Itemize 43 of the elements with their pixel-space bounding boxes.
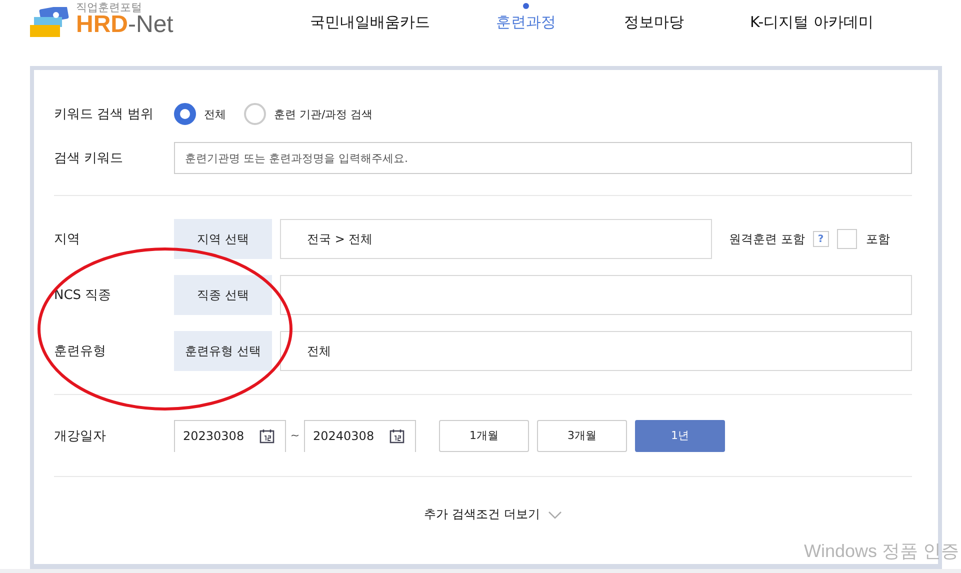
active-dot xyxy=(523,2,529,8)
logo-wordmark[interactable]: HRD-Net xyxy=(76,12,174,36)
type-field[interactable]: 전체 xyxy=(280,331,912,371)
remote-label: 원격훈련 포함 xyxy=(729,230,805,248)
type-select-button[interactable]: 훈련유형 선택 xyxy=(174,331,272,371)
checkbox[interactable] xyxy=(836,229,857,249)
logo-tagline: 직업훈련포털 xyxy=(76,2,143,12)
radio-option[interactable]: 전체 xyxy=(174,103,226,125)
help-button[interactable]: ? xyxy=(812,231,829,247)
period-button[interactable]: 3개월 xyxy=(537,420,627,452)
nav-link[interactable]: 국민내일배움카드 xyxy=(310,12,430,32)
period-button[interactable]: 1년 xyxy=(635,420,725,452)
nav-link[interactable]: 훈련과정 xyxy=(496,12,556,32)
date-separator: ~ xyxy=(289,429,301,442)
job-field[interactable] xyxy=(280,275,912,315)
nav-link[interactable]: 정보마당 xyxy=(624,12,684,32)
date-field[interactable]: 20240308 xyxy=(304,420,416,452)
field-label: 개강일자 xyxy=(54,428,107,444)
logo-icon xyxy=(30,7,70,37)
radio-icon[interactable] xyxy=(174,103,196,125)
period-button[interactable]: 1개월 xyxy=(439,420,529,452)
field-label: 검색 키워드 xyxy=(54,150,124,167)
date-field[interactable]: 20230308 xyxy=(174,420,286,452)
field-label: 지역 xyxy=(54,231,81,248)
keyword-input[interactable]: 훈련기관명 또는 훈련과정명을 입력해주세요. xyxy=(174,142,912,174)
field-label: NCS 직종 xyxy=(54,287,112,304)
job-select-button[interactable]: 직종 선택 xyxy=(174,275,272,315)
radio-label: 전체 xyxy=(204,106,226,122)
radio-option[interactable]: 훈련 기관/과정 검색 xyxy=(244,103,373,125)
calendar-icon[interactable] xyxy=(259,428,275,444)
region-select-button[interactable]: 지역 선택 xyxy=(174,219,272,259)
field-label: 훈련유형 xyxy=(54,343,107,360)
radio-label: 훈련 기관/과정 검색 xyxy=(274,106,373,122)
checkbox-label: 포함 xyxy=(866,230,890,248)
os-watermark: Windows 정품 인증 xyxy=(804,540,959,563)
date-value: 20230308 xyxy=(183,429,244,443)
date-value: 20240308 xyxy=(313,429,374,443)
nav-link[interactable]: K-디지털 아카데미 xyxy=(750,12,874,32)
field-label: 키워드 검색 범위 xyxy=(54,106,154,123)
region-field[interactable]: 전국 > 전체 xyxy=(280,219,712,259)
chevron-down-icon xyxy=(548,510,562,518)
more-options-button[interactable]: 추가 검색조건 더보기 xyxy=(418,505,568,524)
calendar-icon[interactable] xyxy=(389,428,405,444)
